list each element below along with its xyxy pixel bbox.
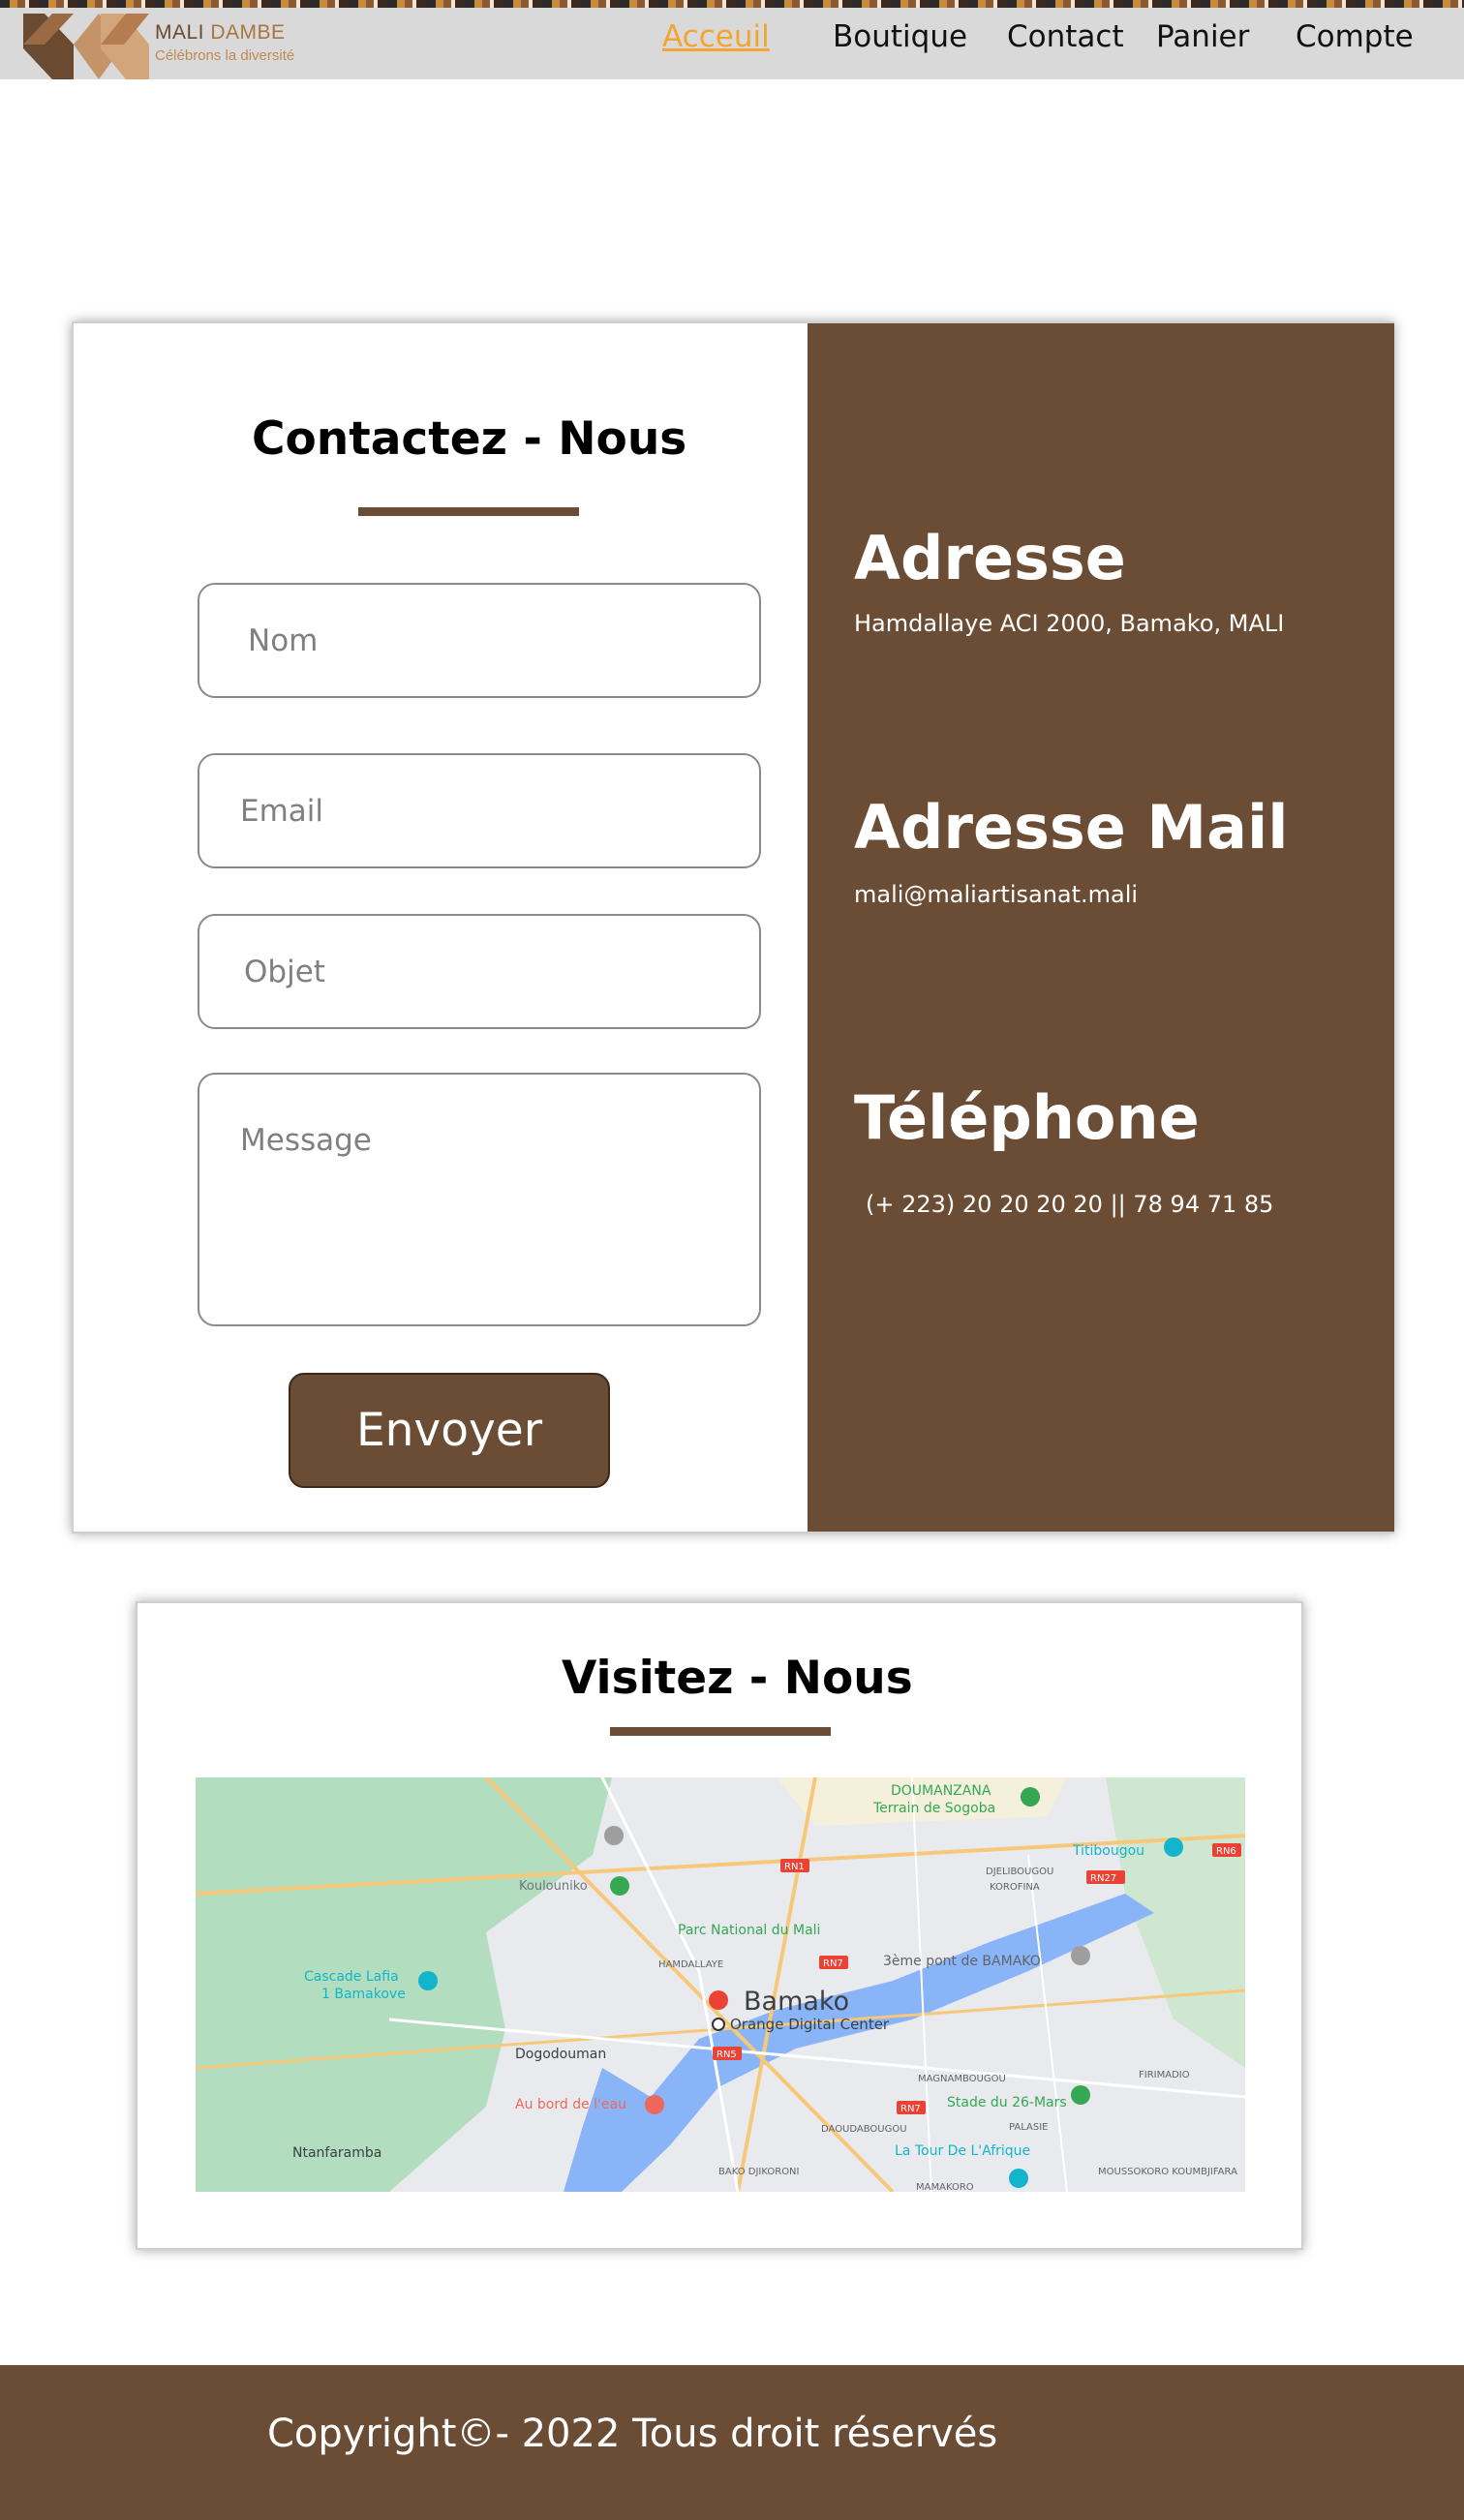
- nav-link-boutique[interactable]: Boutique: [833, 19, 967, 58]
- map-place-label: MAMAKORO: [916, 2182, 974, 2192]
- map-place-label: MAGNAMBOUGOU: [918, 2074, 1006, 2084]
- nav-link-panier[interactable]: Panier: [1156, 19, 1249, 58]
- site-header: MALI DAMBE Célébrons la diversité Acceui…: [0, 0, 1464, 79]
- map-place-label: BAKO DJIKORONI: [718, 2167, 800, 2177]
- map-place-label: Parc National du Mali: [678, 1923, 820, 1938]
- map-road-label: RN7: [823, 1958, 843, 1969]
- contact-info-panel: Adresse Hamdallaye ACI 2000, Bamako, MAL…: [808, 323, 1394, 1532]
- brand-name: MALI DAMBE: [155, 21, 294, 45]
- nav-link-acceuil[interactable]: Acceuil: [662, 19, 770, 58]
- map-place-label: MOUSSOKORO KOUMBJIFARA: [1098, 2167, 1237, 2177]
- map-place-label: HAMDALLAYE: [658, 1959, 723, 1970]
- address-heading: Adresse: [854, 523, 1126, 593]
- mail-heading: Adresse Mail: [854, 792, 1289, 863]
- map-place-label: Au bord de l'eau: [515, 2097, 626, 2112]
- map-place-label: DOUMANZANA: [891, 1783, 991, 1799]
- brand-name-part2: DAMBE: [210, 21, 286, 44]
- nav-link-contact[interactable]: Contact: [1007, 19, 1124, 58]
- address-text: Hamdallaye ACI 2000, Bamako, MALI: [854, 610, 1285, 637]
- map-road-label: RN27: [1090, 1873, 1116, 1884]
- map-place-label: 1 Bamakove: [321, 1987, 406, 2002]
- map-place-label: Koulouniko: [519, 1879, 588, 1894]
- site-footer: Copyright©- 2022 Tous droit réservés: [0, 2365, 1464, 2520]
- map-place-label: DAOUDABOUGOU: [821, 2124, 907, 2135]
- brand: MALI DAMBE Célébrons la diversité: [155, 21, 294, 64]
- visit-card: Visitez - Nous Bamako Orange Digital Cen…: [136, 1601, 1303, 2250]
- subject-input[interactable]: [198, 914, 761, 1029]
- map-embed[interactable]: Bamako Orange Digital Center DOUMANZANA …: [196, 1777, 1245, 2192]
- map-city-label: Bamako: [744, 1987, 849, 2017]
- name-input[interactable]: [198, 583, 761, 698]
- map-canvas: Bamako Orange Digital Center DOUMANZANA …: [196, 1777, 1245, 2192]
- mail-text: mali@maliartisanat.mali: [854, 881, 1139, 908]
- message-textarea[interactable]: [198, 1073, 761, 1326]
- contact-form-panel: Contactez - Nous Envoyer: [74, 323, 808, 1532]
- nav-link-compte[interactable]: Compte: [1296, 19, 1414, 58]
- logo-icon[interactable]: [23, 6, 149, 79]
- map-place-label: Ntanfaramba: [292, 2145, 381, 2161]
- map-place-label: Stade du 26-Mars: [947, 2095, 1067, 2110]
- map-place-label: Titibougou: [1072, 1843, 1144, 1859]
- email-input[interactable]: [198, 753, 761, 868]
- visit-title: Visitez - Nous: [562, 1652, 913, 1705]
- map-road-label: RN5: [717, 2049, 737, 2060]
- map-road-label: RN6: [1216, 1846, 1236, 1857]
- contact-title: Contactez - Nous: [252, 412, 687, 466]
- map-pin-icon: [709, 1990, 728, 2010]
- map-place-label: DJELIBOUGOU: [986, 1867, 1053, 1877]
- contact-card: Contactez - Nous Envoyer Adresse Hamdall…: [72, 321, 1394, 1533]
- contact-title-underline: [358, 507, 579, 516]
- map-place-label: Terrain de Sogoba: [872, 1801, 995, 1816]
- brand-tagline: Célébrons la diversité: [155, 47, 295, 64]
- copyright-text: Copyright©- 2022 Tous droit réservés: [267, 2412, 998, 2456]
- phone-heading: Téléphone: [854, 1082, 1200, 1153]
- map-road-label: RN7: [900, 2104, 921, 2114]
- map-place-label: La Tour De L'Afrique: [895, 2143, 1030, 2159]
- phone-text: (+ 223) 20 20 20 20 || 78 94 71 85: [866, 1191, 1274, 1218]
- visit-title-underline: [610, 1727, 831, 1736]
- map-place-label: Dogodouman: [515, 2047, 606, 2062]
- header-pattern-strip: [0, 0, 1464, 8]
- brand-name-part1: MALI: [155, 21, 205, 44]
- map-pin-label: Orange Digital Center: [730, 2016, 890, 2033]
- send-button[interactable]: Envoyer: [289, 1373, 610, 1488]
- map-place-label: 3ème pont de BAMAKO: [883, 1954, 1041, 1969]
- map-road-label: RN1: [784, 1862, 805, 1872]
- map-place-label: FIRIMADIO: [1139, 2070, 1190, 2080]
- map-place-label: PALASIE: [1009, 2122, 1049, 2133]
- map-place-label: KOROFINA: [990, 1882, 1040, 1893]
- map-place-label: Cascade Lafia: [304, 1969, 399, 1985]
